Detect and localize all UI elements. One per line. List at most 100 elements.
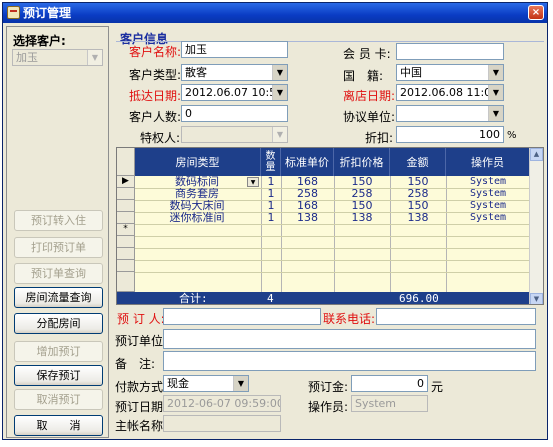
grid-vertical-scrollbar[interactable]: ▲ ▼ xyxy=(529,148,543,304)
row1-room-type[interactable]: 数码标间 xyxy=(147,176,247,188)
save-booking-button[interactable]: 保存预订 xyxy=(14,365,103,386)
title-bar[interactable]: 预订管理 × xyxy=(3,3,547,23)
col-quantity[interactable]: 数量 xyxy=(261,148,281,176)
departure-date-picker[interactable]: 2012.06.08 11:00:00 ▼ xyxy=(396,84,504,101)
row-header[interactable] xyxy=(117,248,135,260)
account-name-label: 主帐名称: xyxy=(115,419,168,433)
nationality-label: 国 籍: xyxy=(343,69,384,83)
row-pointer-icon[interactable]: ▶ xyxy=(117,176,135,188)
print-booking-button[interactable]: 打印预订单 xyxy=(14,237,103,258)
departure-date-label: 离店日期: xyxy=(343,89,396,103)
checkin-from-booking-button[interactable]: 预订转入住 xyxy=(14,210,103,231)
row1-operator[interactable]: System xyxy=(446,176,530,188)
arrival-date-label: 抵达日期: xyxy=(129,89,182,103)
operator-label: 操作员: xyxy=(308,400,349,414)
col-amount[interactable]: 金额 xyxy=(390,148,446,176)
account-name-field xyxy=(163,415,281,432)
row2-discount[interactable]: 258 xyxy=(334,188,390,200)
privilege-select[interactable]: ▼ xyxy=(181,126,288,143)
row2-qty[interactable]: 1 xyxy=(261,188,281,200)
row2-amount[interactable]: 258 xyxy=(390,188,446,200)
col-discount-price[interactable]: 折扣价格 xyxy=(334,148,390,176)
customer-name-label: 客户名称: xyxy=(129,45,182,59)
cancel-booking-button[interactable]: 取消预订 xyxy=(14,389,103,410)
chevron-down-icon: ▼ xyxy=(272,85,287,100)
customer-name-input[interactable]: 加玉 xyxy=(181,41,288,58)
row4-discount[interactable]: 138 xyxy=(334,212,390,224)
query-booking-button[interactable]: 预订单查询 xyxy=(14,263,103,284)
chevron-down-icon: ▼ xyxy=(272,127,287,142)
phone-label: 联系电话: xyxy=(323,312,376,326)
left-panel: 选择客户: 加玉 ▼ 预订转入住 打印预订单 预订单查询 房间流量查询 分配房间… xyxy=(6,26,109,438)
row-header[interactable] xyxy=(117,272,135,292)
row3-operator[interactable]: System xyxy=(446,200,530,212)
privilege-label: 特权人: xyxy=(140,131,181,145)
add-booking-button[interactable]: 增加预订 xyxy=(14,341,103,362)
row-header[interactable] xyxy=(117,200,135,212)
row-header[interactable] xyxy=(117,236,135,248)
room-booking-grid[interactable]: 房间类型 数量 标准单价 折扣价格 金额 操作员 ▶ * 数码标间 ▼ 1 16… xyxy=(116,147,544,305)
discount-label: 折扣: xyxy=(365,131,394,145)
row4-amount[interactable]: 138 xyxy=(390,212,446,224)
chevron-down-icon: ▼ xyxy=(272,65,287,80)
member-card-label: 会 员 卡: xyxy=(343,47,391,61)
row2-operator[interactable]: System xyxy=(446,188,530,200)
row3-price[interactable]: 168 xyxy=(281,200,334,212)
agreement-unit-select[interactable]: ▼ xyxy=(396,105,504,122)
customer-count-input[interactable]: 0 xyxy=(181,105,288,122)
booking-unit-input[interactable] xyxy=(163,329,536,349)
close-button[interactable]: × xyxy=(528,5,544,20)
scroll-up-icon[interactable]: ▲ xyxy=(530,148,543,161)
customer-select-value: 加玉 xyxy=(16,51,38,64)
cancel-button[interactable]: 取 消 xyxy=(14,415,103,436)
row3-discount[interactable]: 150 xyxy=(334,200,390,212)
row1-qty[interactable]: 1 xyxy=(261,176,281,188)
nationality-value: 中国 xyxy=(400,66,422,79)
customer-type-label: 客户类型: xyxy=(129,68,182,82)
row4-operator[interactable]: System xyxy=(446,212,530,224)
grid-corner xyxy=(117,148,135,176)
discount-input[interactable]: 100 xyxy=(396,126,504,143)
phone-input[interactable] xyxy=(376,308,536,325)
note-input[interactable] xyxy=(163,351,536,371)
booker-input[interactable] xyxy=(163,308,321,325)
col-standard-price[interactable]: 标准单价 xyxy=(281,148,334,176)
payment-method-select[interactable]: 现金 ▼ xyxy=(163,375,249,392)
assign-room-button[interactable]: 分配房间 xyxy=(14,313,103,334)
row1-amount[interactable]: 150 xyxy=(390,176,446,188)
customer-select[interactable]: 加玉 ▼ xyxy=(12,49,103,66)
scroll-down-icon[interactable]: ▼ xyxy=(530,293,543,304)
row-header[interactable] xyxy=(117,212,135,224)
new-row-marker[interactable]: * xyxy=(117,224,135,236)
total-amount: 696.00 xyxy=(399,292,439,305)
booker-label: 预 订 人: xyxy=(117,312,165,326)
deposit-label: 预订金: xyxy=(308,380,349,394)
total-quantity: 4 xyxy=(267,292,274,305)
arrival-date-picker[interactable]: 2012.06.07 10:51:00 ▼ xyxy=(181,84,288,101)
nationality-select[interactable]: 中国 ▼ xyxy=(396,64,504,81)
col-room-type[interactable]: 房间类型 xyxy=(135,148,261,176)
col-operator[interactable]: 操作员 xyxy=(446,148,530,176)
row4-qty[interactable]: 1 xyxy=(261,212,281,224)
chevron-down-icon[interactable]: ▼ xyxy=(247,177,259,187)
booking-date-label: 预订日期: xyxy=(115,400,168,414)
payment-method-value: 现金 xyxy=(167,377,189,390)
booking-management-window: 预订管理 × 选择客户: 加玉 ▼ 预订转入住 打印预订单 预订单查询 房间流量… xyxy=(2,2,548,440)
customer-type-select[interactable]: 散客 ▼ xyxy=(181,64,288,81)
row1-discount[interactable]: 150 xyxy=(334,176,390,188)
row-header[interactable] xyxy=(117,188,135,200)
row2-price[interactable]: 258 xyxy=(281,188,334,200)
booking-unit-label: 预订单位: xyxy=(115,334,168,348)
row3-amount[interactable]: 150 xyxy=(390,200,446,212)
row-divider xyxy=(135,272,530,273)
row2-room-type[interactable]: 商务套房 xyxy=(147,188,247,200)
room-flow-query-button[interactable]: 房间流量查询 xyxy=(14,287,103,308)
row3-qty[interactable]: 1 xyxy=(261,200,281,212)
row3-room-type[interactable]: 数码大床间 xyxy=(147,200,247,212)
row4-room-type[interactable]: 迷你标准间 xyxy=(147,212,247,224)
deposit-input[interactable]: 0 xyxy=(351,375,428,392)
row4-price[interactable]: 138 xyxy=(281,212,334,224)
member-card-input[interactable] xyxy=(396,43,504,60)
row1-price[interactable]: 168 xyxy=(281,176,334,188)
row-header[interactable] xyxy=(117,260,135,272)
